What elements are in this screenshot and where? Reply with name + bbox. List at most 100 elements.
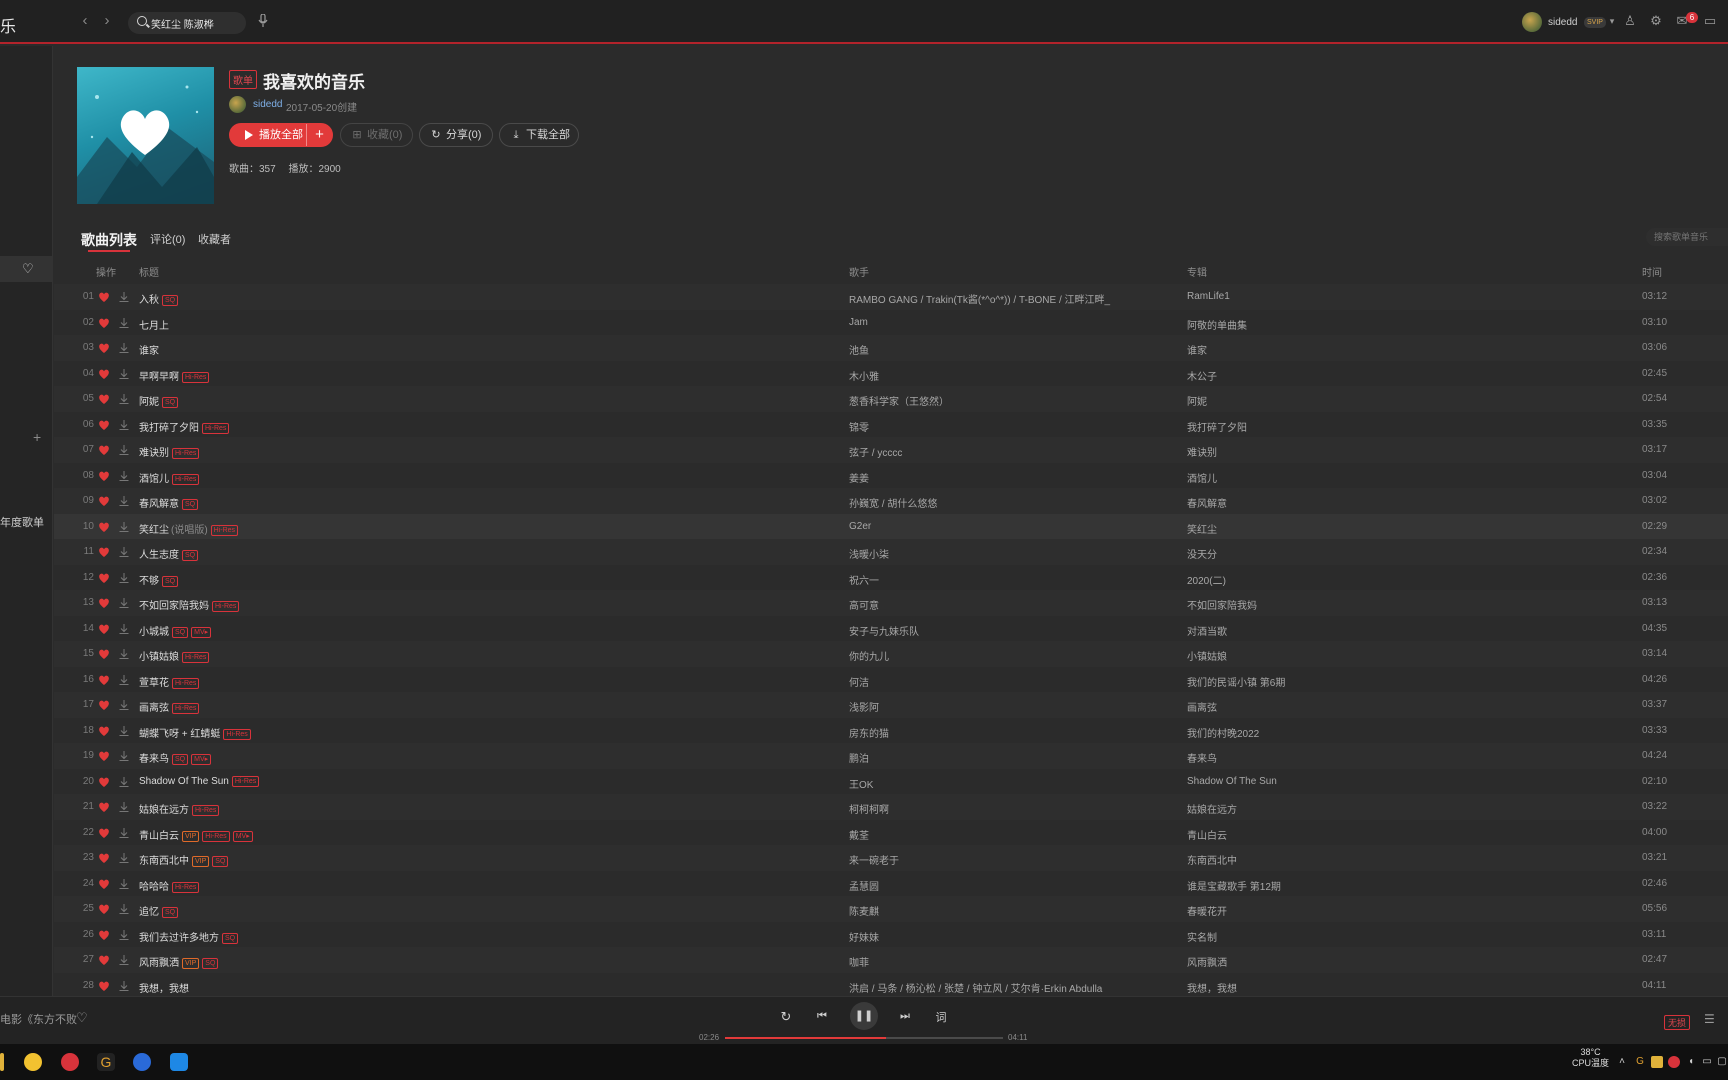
tray-music-icon[interactable] [1668,1056,1680,1068]
song-artist[interactable]: Jam [849,317,868,328]
table-row[interactable]: 22 青山白云 VIP Hi-Res MV▸ 戴荃 青山白云 04:00 [54,820,1728,846]
download-icon[interactable] [118,368,130,380]
song-artist[interactable]: 木小雅 [849,368,879,383]
song-title[interactable]: Shadow Of The Sun [139,776,229,787]
column-time[interactable]: 时间 [1642,264,1662,279]
create-playlist-plus-icon[interactable]: + [33,429,41,445]
tray-volume-icon[interactable]: ◖ [1685,1056,1697,1068]
song-title-cell[interactable]: 春来鸟 SQ MV▸ [139,750,212,765]
pause-button[interactable]: ❚❚ [850,1002,878,1030]
song-title-cell[interactable]: 东南西北中 VIP SQ [139,852,229,867]
song-album[interactable]: 实名制 [1187,929,1217,944]
liked-heart-icon[interactable] [98,572,110,584]
playlist-queue-icon[interactable]: ☰ [1704,1012,1715,1026]
song-title-cell[interactable]: 难诀别 Hi-Res [139,444,200,459]
song-artist[interactable]: 孙巍宽 / 胡什么悠悠 [849,495,937,510]
now-playing-title[interactable]: 电影《东方不败 [0,1011,77,1027]
song-artist[interactable]: 锦零 [849,419,869,434]
song-artist[interactable]: 王OK [849,776,873,791]
liked-heart-icon[interactable] [98,929,110,941]
tray-network-icon[interactable]: ▭ [1701,1056,1713,1068]
song-album[interactable]: 酒馆儿 [1187,470,1217,485]
play-all-button[interactable]: 播放全部 + [229,123,333,147]
song-album[interactable]: 2020(二) [1187,572,1226,587]
quality-badge[interactable]: 无损 [1664,1015,1691,1030]
song-title-cell[interactable]: 不如回家陪我妈 Hi-Res [139,597,240,612]
table-row[interactable]: 23 东南西北中 VIP SQ 来一碗老于 东南西北中 03:21 [54,845,1728,871]
download-icon[interactable] [118,827,130,839]
table-row[interactable]: 08 酒馆儿 Hi-Res 姜姜 酒馆儿 03:04 [54,463,1728,489]
back-arrow-icon[interactable]: ‹ [76,12,94,30]
search-input[interactable] [151,15,241,31]
tray-app-icon[interactable] [1651,1056,1663,1068]
song-album[interactable]: 木公子 [1187,368,1217,383]
share-button[interactable]: ↻ 分享(0) [419,123,493,147]
song-title-cell[interactable]: 小城城 SQ MV▸ [139,623,212,638]
loop-icon[interactable]: ↻ [779,1009,793,1025]
download-icon[interactable] [118,342,130,354]
liked-heart-icon[interactable] [98,291,110,303]
microphone-icon[interactable] [258,14,268,28]
liked-heart-icon[interactable] [98,827,110,839]
tab-song-list[interactable]: 歌曲列表 [81,230,137,250]
liked-heart-icon[interactable] [98,725,110,737]
liked-heart-icon[interactable] [98,623,110,635]
song-artist[interactable]: 弦子 / ycccc [849,444,902,459]
song-artist[interactable]: 何洁 [849,674,869,689]
song-album[interactable]: 风雨飘洒 [1187,954,1227,969]
table-row[interactable]: 26 我们去过许多地方 SQ 好妹妹 实名制 03:11 [54,922,1728,948]
forward-arrow-icon[interactable]: › [98,12,116,30]
quality-badge[interactable]: MV▸ [232,830,253,842]
song-album[interactable]: 对酒当歌 [1187,623,1227,638]
song-artist[interactable]: 戴荃 [849,827,869,842]
song-album[interactable]: 画离弦 [1187,699,1217,714]
song-title-cell[interactable]: 我们去过许多地方 SQ [139,929,239,944]
song-title[interactable]: 谁家 [139,346,159,357]
download-icon[interactable] [118,419,130,431]
download-icon[interactable] [118,393,130,405]
song-title[interactable]: 风雨飘洒 [139,958,179,969]
table-row[interactable]: 13 不如回家陪我妈 Hi-Res 高可意 不如回家陪我妈 03:13 [54,590,1728,616]
taskbar-star-icon[interactable] [133,1053,151,1071]
download-icon[interactable] [118,674,130,686]
table-row[interactable]: 09 春风解意 SQ 孙巍宽 / 胡什么悠悠 春风解意 03:02 [54,488,1728,514]
song-title-cell[interactable]: 谁家 [139,342,159,357]
download-icon[interactable] [118,699,130,711]
song-artist[interactable]: 柯柯柯啊 [849,801,889,816]
song-title-cell[interactable]: 小镇姑娘 Hi-Res [139,648,210,663]
download-icon[interactable] [118,852,130,864]
download-icon[interactable] [118,776,130,788]
tab-collectors[interactable]: 收藏者 [198,231,231,247]
song-album[interactable]: 笑红尘 [1187,521,1217,536]
download-icon[interactable] [118,597,130,609]
song-artist[interactable]: 浅暖小柒 [849,546,889,561]
table-row[interactable]: 19 春来鸟 SQ MV▸ 鹏泊 春来鸟 04:24 [54,743,1728,769]
song-title[interactable]: 春风解意 [139,499,179,510]
column-artist[interactable]: 歌手 [849,264,869,279]
liked-heart-icon[interactable] [98,878,110,890]
taskbar-music-icon[interactable] [61,1053,79,1071]
song-title[interactable]: 不够 [139,576,159,587]
table-row[interactable]: 01 入秋 SQ RAMBO GANG / Trakin(Tk酱(*^o^*)) / … [54,284,1728,310]
song-title-cell[interactable]: 哈哈哈 Hi-Res [139,878,200,893]
song-title[interactable]: 小城城 [139,627,169,638]
song-artist[interactable]: 浅影阿 [849,699,879,714]
tray-browser-icon[interactable]: G [1634,1056,1646,1068]
song-title-cell[interactable]: 阿妮 SQ [139,393,179,408]
song-title-cell[interactable]: 入秋 SQ [139,291,179,306]
song-title-cell[interactable]: 早啊早啊 Hi-Res [139,368,210,383]
creator-avatar[interactable] [229,96,246,113]
download-icon[interactable] [118,980,130,992]
song-album[interactable]: 没天分 [1187,546,1217,561]
previous-track-icon[interactable]: ⏮ [815,1010,829,1023]
download-icon[interactable] [118,317,130,329]
song-title-cell[interactable]: 笑红尘 (说唱版) Hi-Res [139,521,239,536]
song-album[interactable]: 小镇姑娘 [1187,648,1227,663]
table-row[interactable]: 24 哈哈哈 Hi-Res 孟慧圆 谁是宝藏歌手 第12期 02:46 [54,871,1728,897]
quality-badge[interactable]: MV▸ [191,626,212,638]
liked-heart-icon[interactable] [98,342,110,354]
liked-heart-icon[interactable] [98,674,110,686]
column-title[interactable]: 标题 [139,264,159,279]
song-title-cell[interactable]: Shadow Of The Sun Hi-Res [139,775,260,787]
song-artist[interactable]: 高可意 [849,597,879,612]
